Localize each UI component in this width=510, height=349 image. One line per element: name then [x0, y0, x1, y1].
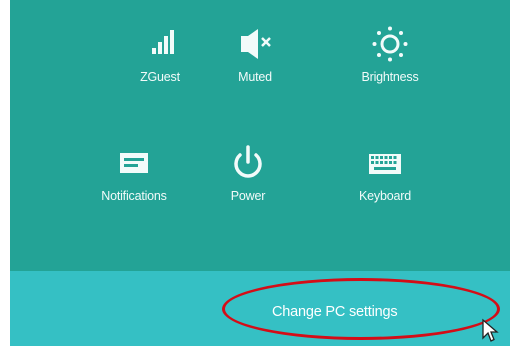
notifications-label: Notifications	[101, 189, 167, 203]
keyboard-tile[interactable]: Keyboard	[325, 145, 445, 203]
notifications-tile[interactable]: Notifications	[74, 145, 194, 203]
network-signal-icon	[130, 26, 190, 62]
power-icon	[218, 145, 278, 181]
speaker-muted-icon	[225, 26, 285, 62]
keyboard-icon	[355, 145, 415, 181]
highlight-annotation-ellipse	[222, 278, 500, 340]
keyboard-label: Keyboard	[359, 189, 411, 203]
brightness-label: Brightness	[361, 70, 419, 84]
volume-tile[interactable]: Muted	[195, 26, 315, 84]
power-label: Power	[230, 189, 266, 203]
mouse-cursor-icon	[480, 318, 500, 344]
brightness-sun-icon	[360, 26, 420, 62]
power-tile[interactable]: Power	[188, 145, 308, 203]
notifications-icon	[104, 145, 164, 181]
volume-label: Muted	[238, 70, 272, 84]
brightness-tile[interactable]: Brightness	[330, 26, 450, 84]
